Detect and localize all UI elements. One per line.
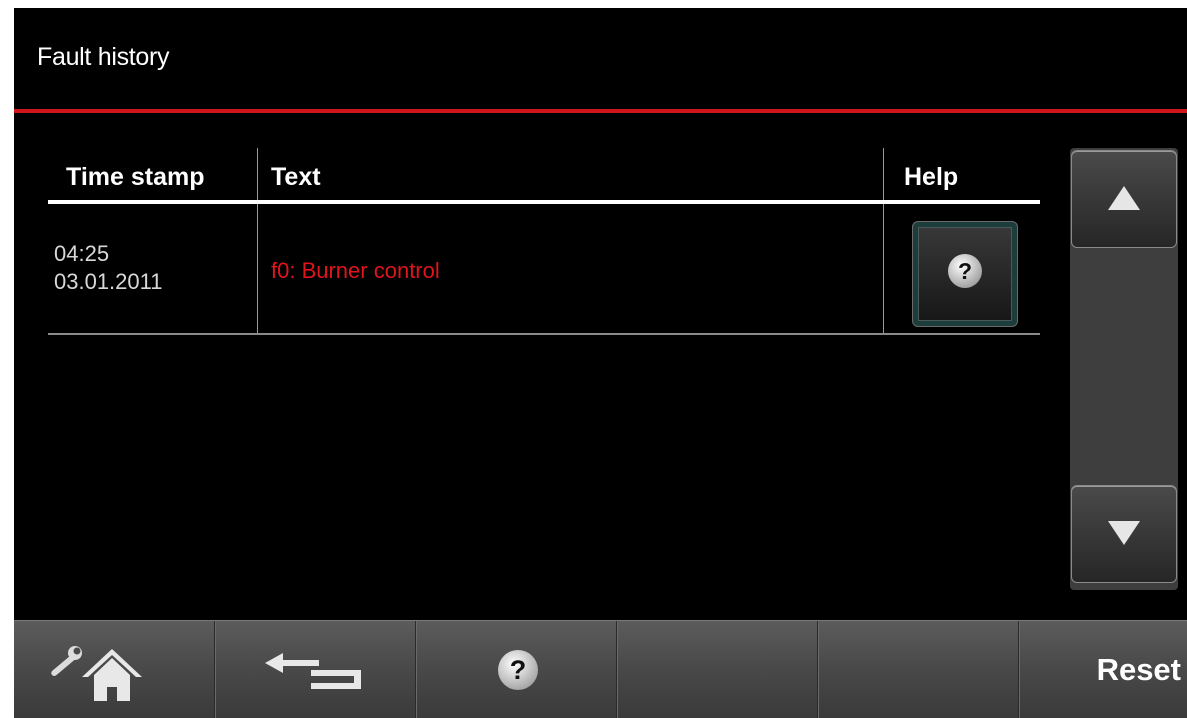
column-divider: [257, 148, 258, 334]
fault-text-cell: f0: Burner control: [271, 258, 440, 283]
triangle-down-icon: [1108, 521, 1140, 545]
header-divider: [14, 109, 1187, 113]
settings-home-button[interactable]: [14, 621, 215, 718]
back-button[interactable]: [215, 621, 416, 718]
question-icon: ?: [498, 650, 538, 690]
svg-text:?: ?: [958, 258, 972, 284]
reset-label: Reset: [1096, 652, 1181, 687]
column-header-help: Help: [904, 163, 959, 191]
footer-toolbar: ? Reset: [14, 620, 1187, 718]
column-header-text: Text: [271, 163, 321, 191]
reset-button[interactable]: Reset: [1019, 621, 1187, 718]
screen: Fault history Time stamp Text Help 04:25…: [14, 8, 1187, 718]
time-value: 04:25: [54, 241, 110, 266]
header-bar: Fault history: [14, 8, 1187, 110]
table-row-divider: [48, 333, 1040, 335]
triangle-up-icon: [1108, 186, 1140, 210]
scroll-down-button[interactable]: [1071, 485, 1177, 583]
back-arrow-icon: [265, 653, 361, 689]
column-header-time-stamp: Time stamp: [66, 163, 205, 191]
column-divider: [883, 148, 884, 334]
page-title: Fault history: [37, 43, 170, 71]
scroll-up-button[interactable]: [1071, 150, 1177, 248]
table-header-line: [48, 200, 1040, 204]
wrench-home-icon: [51, 646, 142, 701]
question-icon: ?: [948, 254, 982, 288]
empty-footer-button[interactable]: [617, 621, 818, 718]
help-button[interactable]: ?: [416, 621, 617, 718]
svg-text:?: ?: [510, 655, 527, 685]
date-value: 03.01.2011: [54, 269, 163, 294]
empty-footer-button[interactable]: [818, 621, 1019, 718]
fault-help-button[interactable]: ?: [912, 221, 1018, 327]
time-stamp-cell: 04:25 03.01.2011: [54, 240, 162, 296]
